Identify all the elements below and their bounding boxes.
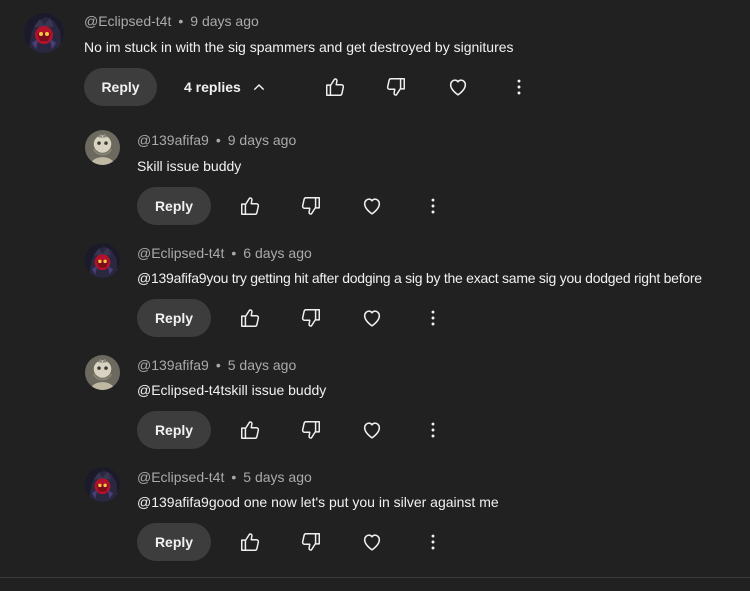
- dislike-button[interactable]: [291, 410, 331, 450]
- reply-time[interactable]: 6 days ago: [243, 245, 312, 261]
- thumbs-up-icon: [239, 307, 261, 329]
- reply-meta: @139afifa9 • 9 days ago: [137, 132, 296, 148]
- like-button[interactable]: [230, 410, 270, 450]
- meta-separator: •: [231, 245, 237, 261]
- thumbs-up-icon: [239, 531, 261, 553]
- heart-button[interactable]: [352, 186, 392, 226]
- reply-text: @139afifa9you try getting hit after dodg…: [137, 270, 702, 286]
- reply-button[interactable]: Reply: [137, 523, 211, 561]
- chevron-up-icon: [253, 83, 265, 91]
- avatar[interactable]: [85, 130, 120, 165]
- comment-meta: @Eclipsed-t4t • 9 days ago: [84, 13, 259, 29]
- reply-meta: @Eclipsed-t4t • 5 days ago: [137, 469, 312, 485]
- more-vertical-icon: [508, 76, 530, 98]
- heart-button[interactable]: [352, 522, 392, 562]
- thumbs-down-icon: [300, 307, 322, 329]
- reply-text: @139afifa9good one now let's put you in …: [137, 494, 499, 510]
- replies-count-label: 4 replies: [184, 79, 241, 95]
- thumbs-down-icon: [300, 531, 322, 553]
- reply-text: Skill issue buddy: [137, 158, 242, 174]
- author-name[interactable]: @Eclipsed-t4t: [137, 469, 224, 485]
- avatar[interactable]: [24, 13, 64, 53]
- heart-icon: [361, 419, 383, 441]
- thumbs-down-icon: [300, 419, 322, 441]
- like-button[interactable]: [230, 522, 270, 562]
- author-name[interactable]: @139afifa9: [137, 357, 209, 373]
- dislike-button[interactable]: [376, 67, 416, 107]
- reply-text: @Eclipsed-t4tskill issue buddy: [137, 382, 327, 398]
- heart-icon: [447, 76, 469, 98]
- dislike-button[interactable]: [291, 522, 331, 562]
- divider: [0, 577, 750, 578]
- heart-button[interactable]: [352, 298, 392, 338]
- heart-button[interactable]: [438, 67, 478, 107]
- reply-time[interactable]: 5 days ago: [243, 469, 312, 485]
- like-button[interactable]: [230, 186, 270, 226]
- author-name[interactable]: @Eclipsed-t4t: [84, 13, 171, 29]
- author-name[interactable]: @139afifa9: [137, 132, 209, 148]
- heart-button[interactable]: [352, 410, 392, 450]
- more-actions-button[interactable]: [499, 67, 539, 107]
- more-vertical-icon: [422, 531, 444, 553]
- meta-separator: •: [215, 357, 221, 373]
- reply-time[interactable]: 9 days ago: [228, 132, 297, 148]
- avatar[interactable]: [85, 355, 120, 390]
- meta-separator: •: [231, 469, 237, 485]
- more-actions-button[interactable]: [413, 298, 453, 338]
- reply-meta: @139afifa9 • 5 days ago: [137, 357, 296, 373]
- heart-icon: [361, 195, 383, 217]
- thumbs-down-icon: [300, 195, 322, 217]
- comment-text: No im stuck in with the sig spammers and…: [84, 39, 514, 55]
- like-button[interactable]: [230, 298, 270, 338]
- avatar[interactable]: [85, 243, 120, 278]
- more-vertical-icon: [422, 195, 444, 217]
- reply-button[interactable]: Reply: [84, 68, 157, 106]
- reply-button[interactable]: Reply: [137, 411, 211, 449]
- thumbs-up-icon: [239, 195, 261, 217]
- author-name[interactable]: @Eclipsed-t4t: [137, 245, 224, 261]
- reply-time[interactable]: 5 days ago: [228, 357, 297, 373]
- heart-icon: [361, 307, 383, 329]
- more-actions-button[interactable]: [413, 522, 453, 562]
- meta-separator: •: [215, 132, 221, 148]
- dislike-button[interactable]: [291, 298, 331, 338]
- thumbs-up-icon: [324, 76, 346, 98]
- avatar[interactable]: [85, 467, 120, 502]
- dislike-button[interactable]: [291, 186, 331, 226]
- reply-button[interactable]: Reply: [137, 299, 211, 337]
- replies-toggle-button[interactable]: 4 replies: [184, 68, 267, 106]
- comment-thread: @Eclipsed-t4t • 9 days ago No im stuck in …: [0, 0, 750, 591]
- reply-button[interactable]: Reply: [137, 187, 211, 225]
- heart-icon: [361, 531, 383, 553]
- more-actions-button[interactable]: [413, 186, 453, 226]
- reply-meta: @Eclipsed-t4t • 6 days ago: [137, 245, 312, 261]
- thumbs-down-icon: [385, 76, 407, 98]
- meta-separator: •: [178, 13, 184, 29]
- thumbs-up-icon: [239, 419, 261, 441]
- like-button[interactable]: [315, 67, 355, 107]
- comment-time[interactable]: 9 days ago: [190, 13, 259, 29]
- more-vertical-icon: [422, 419, 444, 441]
- more-actions-button[interactable]: [413, 410, 453, 450]
- more-vertical-icon: [422, 307, 444, 329]
